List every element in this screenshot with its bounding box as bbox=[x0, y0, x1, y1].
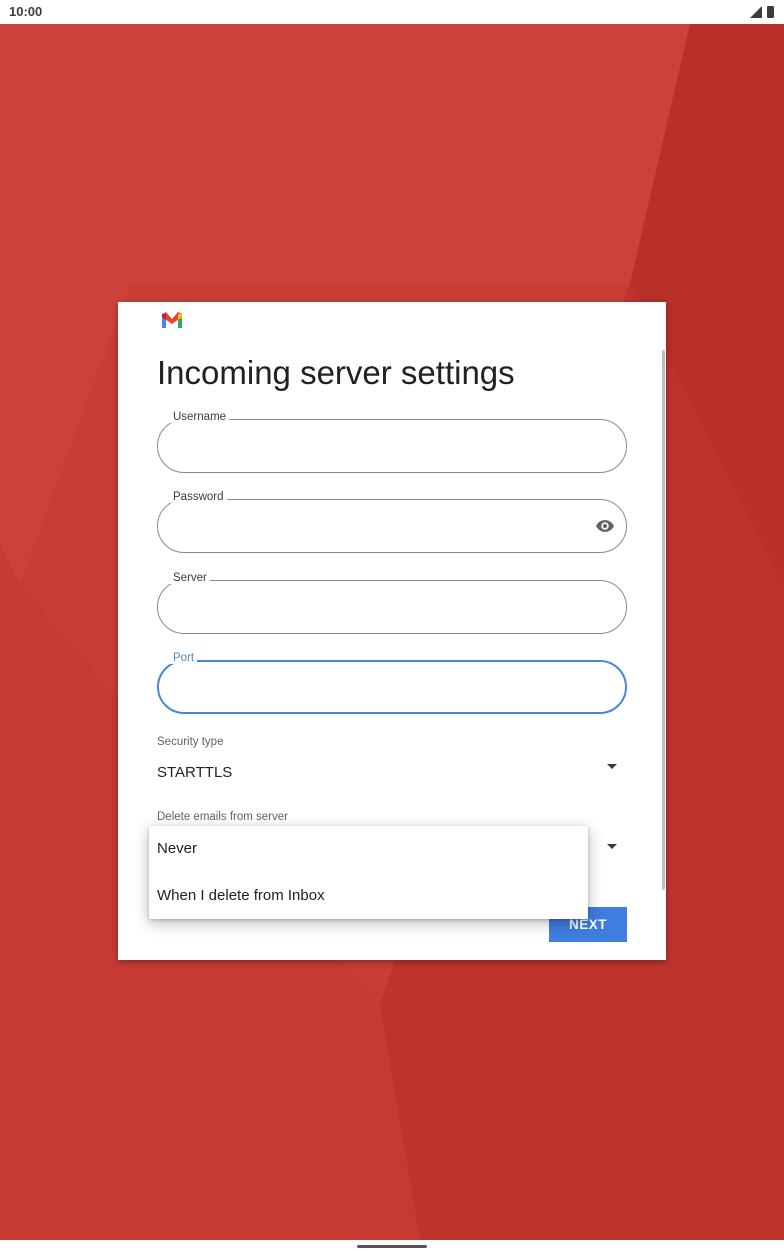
security-type-dropdown-arrow-icon[interactable] bbox=[607, 764, 617, 769]
delete-emails-dropdown-arrow-icon[interactable] bbox=[607, 844, 617, 849]
scrollbar[interactable] bbox=[662, 350, 665, 890]
security-type-select[interactable]: STARTTLS bbox=[157, 764, 232, 781]
password-input[interactable] bbox=[175, 511, 575, 541]
status-bar: 10:00 bbox=[0, 0, 784, 24]
menu-item-never[interactable]: Never bbox=[149, 826, 588, 872]
security-type-label: Security type bbox=[157, 736, 224, 748]
password-field[interactable]: Password bbox=[157, 491, 627, 553]
server-field[interactable]: Server bbox=[157, 572, 627, 634]
server-label: Server bbox=[170, 572, 210, 584]
status-time: 10:00 bbox=[9, 4, 43, 19]
port-input[interactable] bbox=[175, 672, 575, 702]
password-label: Password bbox=[170, 491, 227, 503]
eye-icon[interactable] bbox=[595, 516, 615, 536]
delete-emails-menu: Never When I delete from Inbox bbox=[149, 826, 588, 919]
username-field[interactable]: Username bbox=[157, 411, 627, 473]
menu-item-when-delete-from-inbox[interactable]: When I delete from Inbox bbox=[149, 873, 588, 919]
battery-icon bbox=[767, 6, 774, 18]
server-input[interactable] bbox=[175, 592, 575, 622]
delete-emails-label: Delete emails from server bbox=[157, 811, 289, 823]
navigation-bar bbox=[0, 1240, 784, 1254]
home-handle[interactable] bbox=[357, 1245, 427, 1248]
gmail-logo bbox=[162, 312, 182, 328]
port-field[interactable]: Port bbox=[157, 652, 627, 714]
port-label: Port bbox=[170, 652, 198, 664]
username-input[interactable] bbox=[175, 431, 575, 461]
signal-icon bbox=[750, 6, 762, 18]
page-title: Incoming server settings bbox=[157, 354, 515, 391]
username-label: Username bbox=[170, 411, 230, 423]
